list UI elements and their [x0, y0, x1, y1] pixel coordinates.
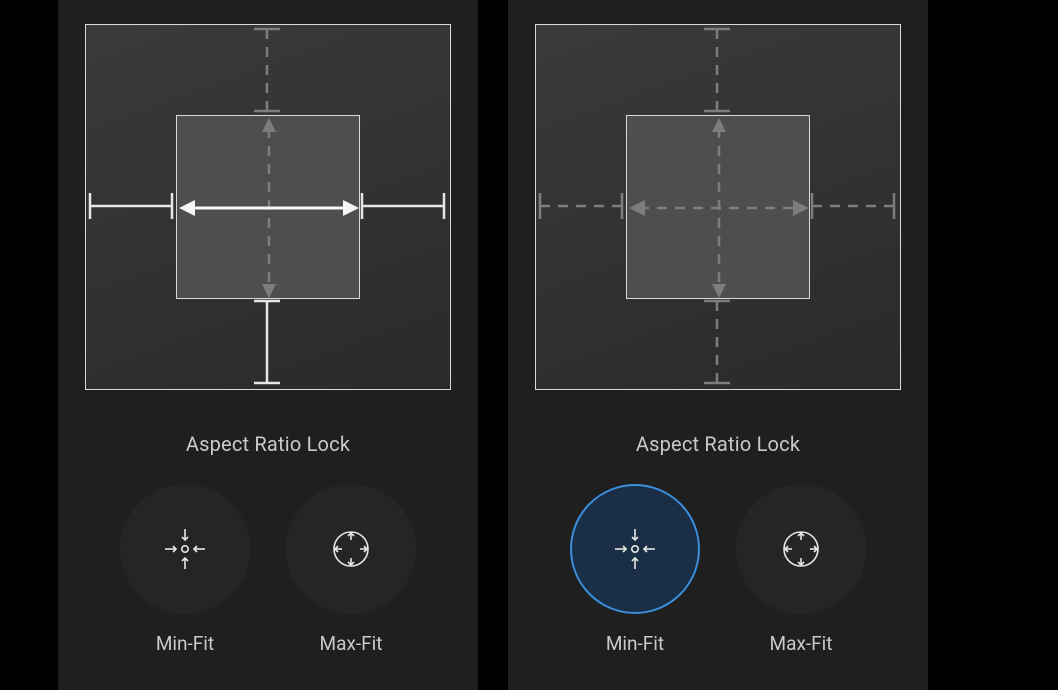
section-label: Aspect Ratio Lock — [186, 432, 350, 456]
max-fit-button[interactable]: Max-Fit — [286, 484, 416, 655]
aspect-preview[interactable] — [535, 24, 901, 390]
min-fit-button[interactable]: Min-Fit — [120, 484, 250, 655]
max-fit-label: Max-Fit — [320, 632, 383, 655]
min-fit-label: Min-Fit — [156, 632, 214, 655]
panel-left: Aspect Ratio Lock — [58, 0, 478, 690]
aspect-preview[interactable] — [85, 24, 451, 390]
max-fit-icon — [331, 529, 371, 569]
min-fit-icon — [163, 527, 207, 571]
fit-button-row: Min-Fit Max-F — [570, 484, 866, 655]
section-label: Aspect Ratio Lock — [636, 432, 800, 456]
min-fit-button[interactable]: Min-Fit — [570, 484, 700, 655]
min-fit-icon — [613, 527, 657, 571]
inner-guides-icon — [627, 116, 811, 300]
max-fit-icon — [781, 529, 821, 569]
panel-right: Aspect Ratio Lock — [508, 0, 928, 690]
fit-button-row: Min-Fit Max-F — [120, 484, 416, 655]
inner-square — [626, 115, 810, 299]
max-fit-label: Max-Fit — [770, 632, 833, 655]
min-fit-label: Min-Fit — [606, 632, 664, 655]
inner-square — [176, 115, 360, 299]
inner-guides-icon — [177, 116, 361, 300]
max-fit-button[interactable]: Max-Fit — [736, 484, 866, 655]
